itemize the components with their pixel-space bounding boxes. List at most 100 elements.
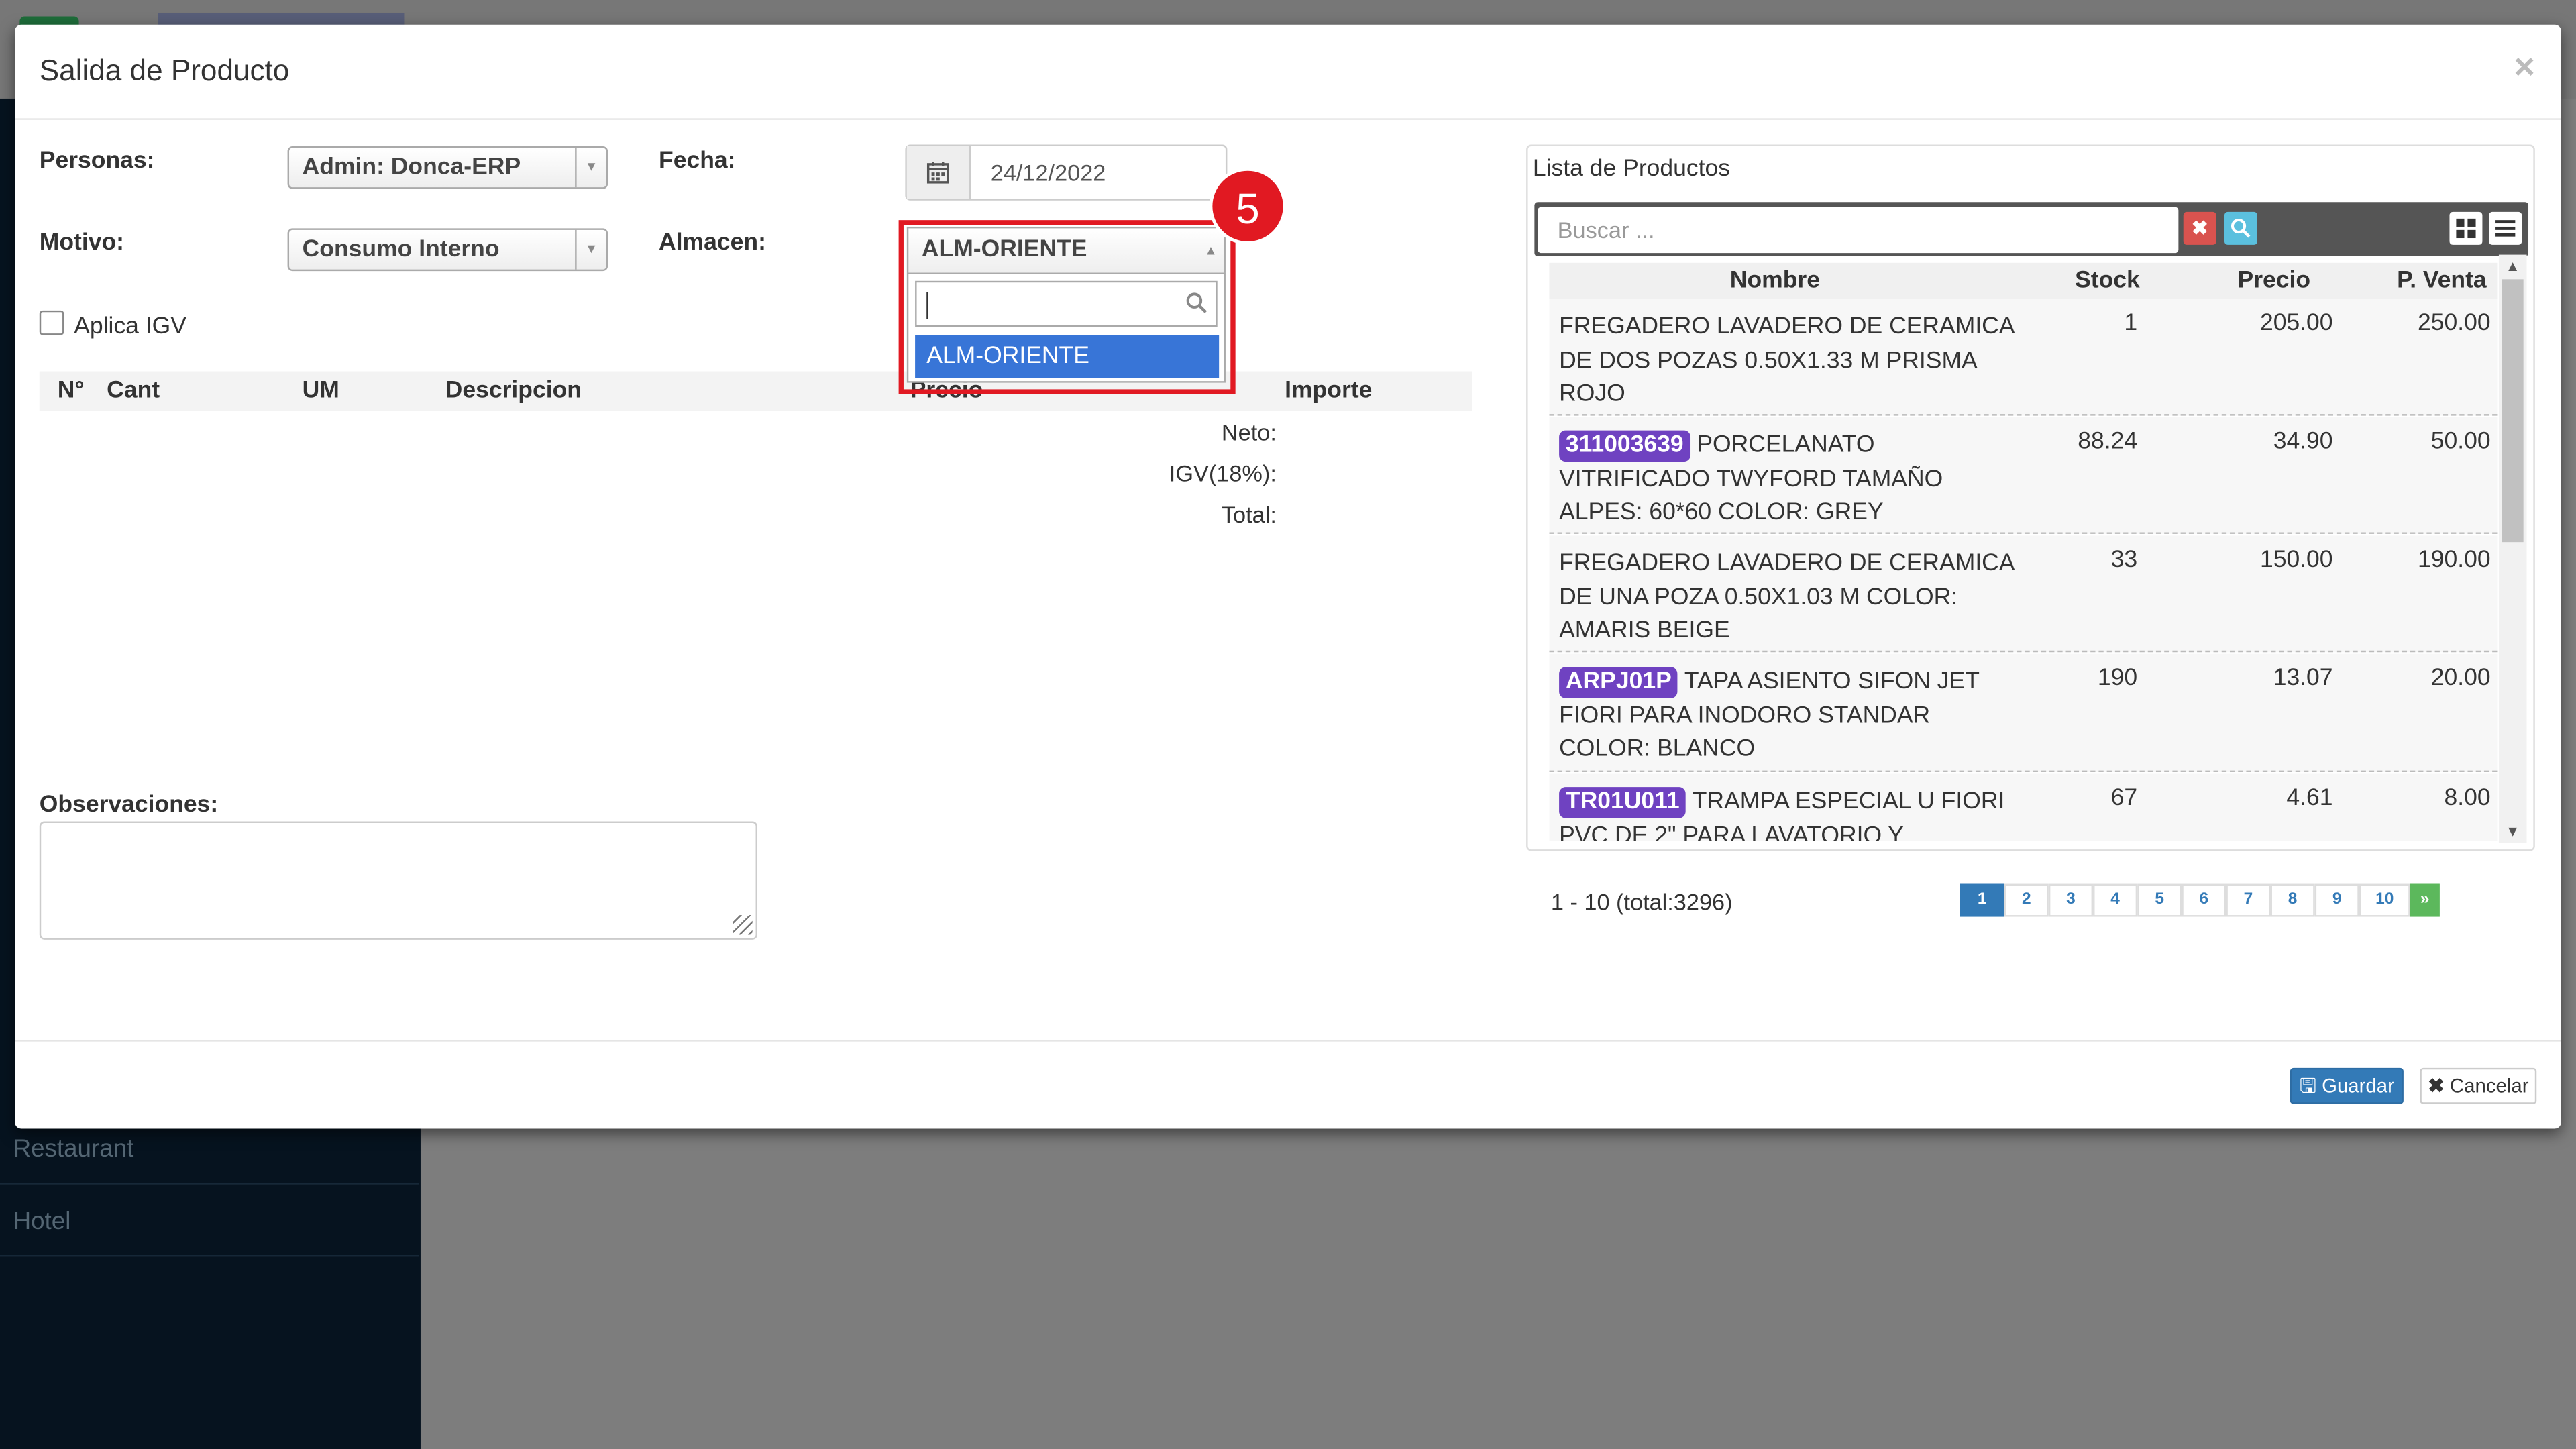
page-button-2[interactable]: 2: [2004, 883, 2049, 917]
clear-icon[interactable]: ✖: [2183, 211, 2216, 245]
product-row[interactable]: 311003639 PORCELANATO VITRIFICADO TWYFOR…: [1549, 417, 2498, 534]
page-next-button[interactable]: »: [2410, 883, 2440, 917]
personas-label: Personas:: [39, 148, 155, 174]
igv-label: IGV(18%):: [1169, 460, 1277, 486]
product-precio: 4.61: [2286, 785, 2333, 812]
col-cant: Cant: [107, 378, 160, 405]
pagination-info: 1 - 10 (total:3296): [1550, 888, 1733, 916]
product-name: 311003639 PORCELANATO VITRIFICADO TWYFOR…: [1559, 429, 2027, 530]
product-list-title: Lista de Productos: [1532, 156, 1731, 182]
page-button-9[interactable]: 9: [2314, 883, 2359, 917]
total-label: Total:: [1221, 500, 1277, 528]
page-button-1[interactable]: 1: [1960, 883, 2004, 917]
floppy-icon: 🖫: [2299, 1074, 2316, 1097]
sidebar-item-hotel[interactable]: Hotel: [0, 1186, 419, 1257]
close-icon: ✖: [2428, 1074, 2445, 1097]
product-p-venta: 20.00: [2430, 665, 2491, 692]
search-icon[interactable]: [2224, 211, 2257, 245]
col-precio: Precio: [2237, 268, 2311, 294]
search-icon: [1186, 292, 1208, 313]
product-row[interactable]: TR01U011 TRAMPA ESPECIAL U FIORI PVC DE …: [1549, 773, 2498, 841]
product-name: FREGADERO LAVADERO DE CERAMICA DE DOS PO…: [1559, 313, 2014, 408]
product-precio: 205.00: [2259, 310, 2333, 337]
product-precio: 34.90: [2273, 429, 2333, 455]
grid-view-icon[interactable]: [2449, 211, 2483, 245]
product-stock: 1: [2124, 310, 2138, 337]
almacen-dropdown: ALM-ORIENTE: [906, 272, 1226, 383]
product-table-header: Nombre Stock Precio P. Venta: [1549, 262, 2498, 299]
chevron-up-icon: ▲: [1204, 243, 1218, 258]
aplica-igv-checkbox[interactable]: [39, 310, 64, 335]
fecha-value: 24/12/2022: [990, 159, 1106, 186]
product-row[interactable]: ARPJ01P TAPA ASIENTO SIFON JET FIORI PAR…: [1549, 653, 2498, 773]
page-button-5[interactable]: 5: [2137, 883, 2182, 917]
chevron-down-icon: ▼: [575, 229, 606, 270]
product-p-venta: 50.00: [2430, 429, 2491, 455]
observaciones-label: Observaciones:: [39, 792, 219, 818]
chevron-down-icon: ▼: [575, 148, 606, 188]
almacen-option[interactable]: ALM-ORIENTE: [915, 335, 1220, 378]
text-caret: [926, 292, 928, 319]
col-numero: N°: [57, 378, 85, 405]
scrollbar-thumb[interactable]: [2502, 279, 2524, 543]
product-table-body: FREGADERO LAVADERO DE CERAMICA DE DOS PO…: [1549, 299, 2498, 841]
product-p-venta: 190.00: [2418, 547, 2491, 574]
page-button-10[interactable]: 10: [2359, 883, 2410, 917]
product-stock: 67: [2110, 785, 2138, 812]
page-button-7[interactable]: 7: [2226, 883, 2271, 917]
product-search-input[interactable]: Buscar ...: [1538, 207, 2179, 254]
page-button-8[interactable]: 8: [2270, 883, 2315, 917]
col-importe: Importe: [1285, 378, 1373, 405]
almacen-label: Almacen:: [659, 229, 766, 257]
modal-title: Salida de Producto: [39, 54, 290, 87]
scroll-down-icon[interactable]: ▼: [2506, 823, 2520, 839]
product-p-venta: 250.00: [2418, 310, 2491, 337]
product-code-badge: TR01U011: [1559, 787, 1686, 818]
scroll-up-icon[interactable]: ▲: [2506, 258, 2520, 274]
list-view-icon[interactable]: [2489, 211, 2522, 245]
col-p-venta: P. Venta: [2397, 268, 2487, 294]
product-stock: 33: [2110, 547, 2138, 574]
close-icon[interactable]: ×: [2514, 46, 2534, 89]
product-name: ARPJ01P TAPA ASIENTO SIFON JET FIORI PAR…: [1559, 665, 2027, 767]
product-table-scrollbar[interactable]: ▲ ▼: [2498, 254, 2527, 843]
product-row[interactable]: FREGADERO LAVADERO DE CERAMICA DE UNA PO…: [1549, 535, 2498, 653]
col-um: UM: [302, 378, 339, 405]
col-descripcion: Descripcion: [445, 378, 582, 405]
motivo-label: Motivo:: [39, 229, 125, 257]
product-name: TR01U011 TRAMPA ESPECIAL U FIORI PVC DE …: [1559, 786, 2027, 841]
step-badge: 5: [1209, 167, 1287, 245]
save-button[interactable]: 🖫 Guardar: [2290, 1067, 2404, 1104]
motivo-select[interactable]: Consumo Interno ▼: [287, 228, 608, 272]
page-button-6[interactable]: 6: [2182, 883, 2226, 917]
motivo-value: Consumo Interno: [302, 236, 500, 263]
col-stock: Stock: [2075, 268, 2140, 294]
aplica-igv-label: Aplica IGV: [74, 313, 186, 340]
almacen-value: ALM-ORIENTE: [921, 236, 1087, 263]
resize-grip-icon[interactable]: [733, 915, 753, 935]
product-code-badge: ARPJ01P: [1559, 667, 1678, 698]
product-p-venta: 8.00: [2444, 785, 2491, 812]
product-stock: 88.24: [2078, 429, 2138, 455]
page-button-3[interactable]: 3: [2048, 883, 2094, 917]
almacen-select[interactable]: ALM-ORIENTE ▲: [906, 226, 1226, 273]
almacen-search-input[interactable]: [915, 280, 1218, 327]
product-row[interactable]: FREGADERO LAVADERO DE CERAMICA DE DOS PO…: [1549, 299, 2498, 416]
product-code-badge: 311003639: [1559, 430, 1690, 462]
neto-label: Neto:: [1221, 419, 1277, 445]
product-precio: 150.00: [2259, 547, 2333, 574]
fecha-field[interactable]: 24/12/2022: [905, 144, 1228, 201]
product-precio: 13.07: [2273, 665, 2333, 692]
cancel-button[interactable]: ✖ Cancelar: [2420, 1067, 2537, 1104]
modal-footer: [15, 1040, 2561, 1130]
fecha-label: Fecha:: [659, 148, 736, 174]
product-name: FREGADERO LAVADERO DE CERAMICA DE UNA PO…: [1559, 550, 2014, 645]
items-table-header: N° Cant UM Descripcion Precio Importe: [39, 371, 1472, 411]
col-nombre: Nombre: [1729, 268, 1820, 294]
save-label: Guardar: [2322, 1074, 2394, 1097]
personas-value: Admin: Donca-ERP: [302, 154, 521, 181]
personas-select[interactable]: Admin: Donca-ERP ▼: [287, 146, 608, 189]
page-button-4[interactable]: 4: [2093, 883, 2138, 917]
observaciones-textarea[interactable]: [39, 821, 757, 940]
calendar-icon[interactable]: [906, 146, 971, 199]
